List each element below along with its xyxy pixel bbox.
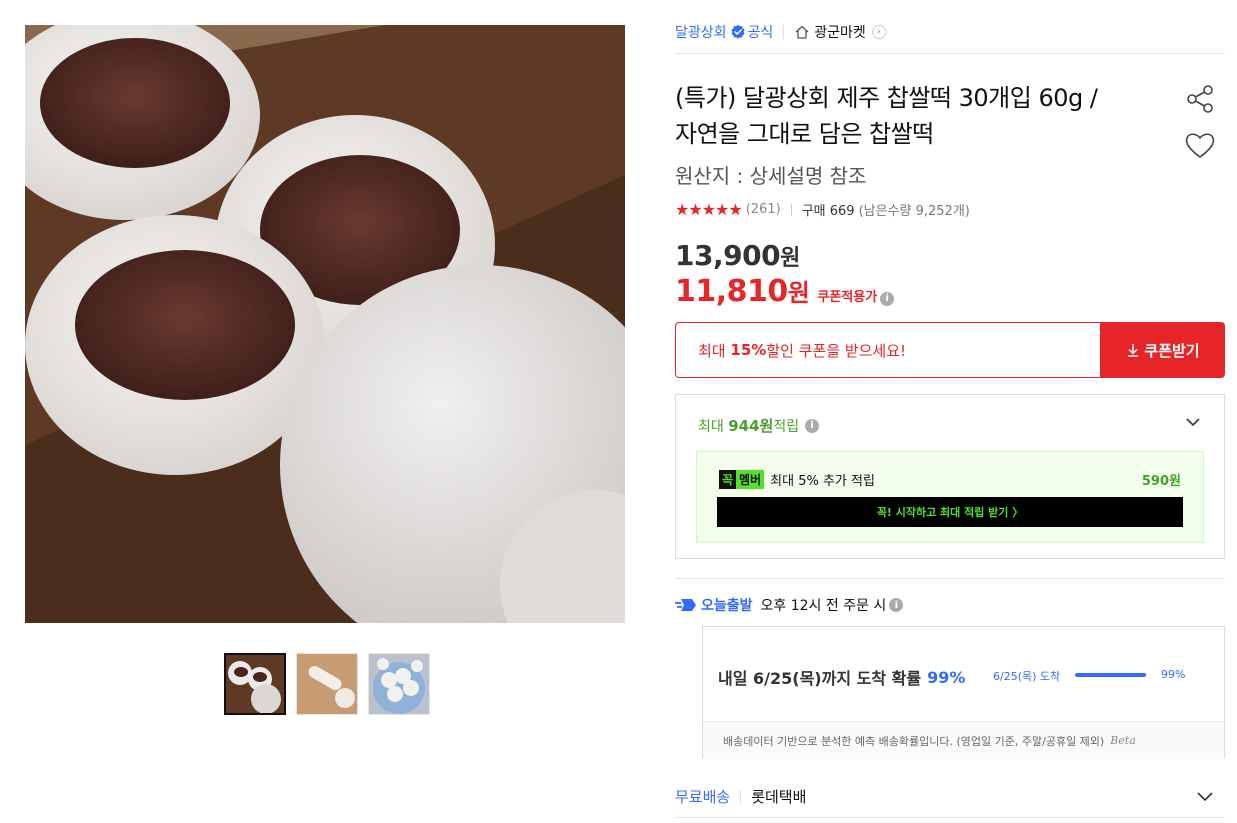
verified-badge-icon <box>730 24 745 39</box>
purchase-count: 구매 669 <box>801 204 855 219</box>
download-icon <box>1128 344 1139 357</box>
home-icon <box>795 25 809 39</box>
coupon-price-tag: 쿠폰적용가 <box>817 290 878 305</box>
coupon-banner-prefix: 최대 <box>698 341 726 360</box>
arrival-estimate-footnote: 배송데이터 기반으로 분석한 예측 배송확률입니다. (영업일 기준, 주말/공… <box>703 721 1224 759</box>
coupon-price-row: 11,810원 쿠폰적용가 i <box>675 273 895 309</box>
membership-reward-amount: 590원 <box>1141 474 1181 489</box>
membership-badge-k: 꼭 <box>719 470 737 489</box>
arrival-estimate-box: 내일 6/25(목)까지 도착 확률 99% 6/25(목) 도착 99% 배송… <box>702 626 1225 759</box>
heart-icon[interactable] <box>1183 128 1217 162</box>
seller-name-link[interactable]: 달광상회 <box>675 22 727 42</box>
shipping-condition: 오후 12시 전 주문 시 <box>760 598 887 614</box>
original-price-value: 13,900 <box>675 239 781 272</box>
membership-reward-panel: 꼭 멤버 최대 5% 추가 적립 590원 꼭! 시작하고 최대 적립 받기 〉 <box>696 451 1204 543</box>
thumbnail-1[interactable] <box>224 653 286 715</box>
membership-badge-m: 멤버 <box>736 470 765 489</box>
reward-amount: 944원 <box>728 417 774 435</box>
arrival-probability-bar-label: 99% <box>1161 668 1186 681</box>
carrier-name: 롯데택배 <box>751 788 807 806</box>
store-name-link[interactable]: 광군마켓 <box>814 22 866 42</box>
membership-badge: 꼭 멤버 <box>719 470 765 489</box>
divider <box>675 817 1225 818</box>
thumbnail-list <box>224 653 430 715</box>
shipping-label: 오늘출발 <box>701 598 753 614</box>
arrival-estimate-label: 내일 6/25(목)까지 도착 확률 <box>718 669 922 688</box>
divider <box>740 789 742 804</box>
coupon-price-unit: 원 <box>787 279 810 307</box>
thumbnail-3[interactable] <box>368 653 430 715</box>
info-icon[interactable]: i <box>805 418 820 433</box>
reward-prefix: 최대 <box>698 418 724 435</box>
reward-summary: 최대 944원 적립 i <box>698 415 820 436</box>
seller-row: 달광상회 공식 광군마켓 › <box>675 22 886 42</box>
original-price-unit: 원 <box>780 246 800 271</box>
membership-reward-text: 최대 5% 추가 적립 <box>770 474 875 489</box>
free-shipping-label: 무료배송 <box>675 788 731 806</box>
thumbnail-2[interactable] <box>296 653 358 715</box>
official-label: 공식 <box>747 25 774 41</box>
chevron-down-icon[interactable] <box>1184 413 1202 431</box>
coupon-banner-suffix: 할인 쿠폰을 받으세요! <box>766 341 907 360</box>
coupon-percent: 15% <box>730 341 767 359</box>
arrival-probability-bar <box>1075 673 1147 677</box>
origin-text: 원산지 : 상세설명 참조 <box>675 164 867 188</box>
original-price: 13,900원 <box>675 239 800 272</box>
star-rating-icon: ★★★★★ <box>675 200 743 219</box>
membership-reward-row: 꼭 멤버 최대 5% 추가 적립 590원 <box>719 470 1181 489</box>
remaining-stock: (남은수량 9,252개) <box>858 204 970 219</box>
footnote-text: 배송데이터 기반으로 분석한 예측 배송확률입니다. (영업일 기준, 주말/공… <box>723 734 1105 748</box>
rating-row: ★★★★★ (261) 구매 669 (남은수량 9,252개) <box>675 200 970 219</box>
review-count-link[interactable]: (261) <box>746 202 781 217</box>
share-icon[interactable] <box>1183 82 1217 116</box>
chevron-right-icon[interactable]: › <box>871 25 886 39</box>
info-icon[interactable]: i <box>880 291 895 306</box>
product-title-line1: (특가) 달광상회 제주 찹쌀떡 30개입 60g / <box>675 84 1098 112</box>
coupon-banner: 최대 15% 할인 쿠폰을 받으세요! <box>675 322 1101 378</box>
arrival-probability-bar-fill <box>1075 673 1147 677</box>
arrival-estimate-text: 내일 6/25(목)까지 도착 확률 99% <box>718 665 965 689</box>
product-title-line2: 자연을 그대로 담은 찹쌀떡 <box>675 120 934 148</box>
beta-label: Beta <box>1110 734 1136 747</box>
reward-suffix: 적립 <box>773 418 800 435</box>
shipping-row: 오늘출발 오후 12시 전 주문 시 i <box>675 595 904 615</box>
product-main-image <box>25 25 625 623</box>
arrival-probability: 99% <box>927 667 966 687</box>
divider <box>675 578 1225 579</box>
coupon-price: 11,810원 <box>675 273 810 309</box>
coupon-price-value: 11,810 <box>675 274 788 309</box>
membership-start-button[interactable]: 꼭! 시작하고 최대 적립 받기 〉 <box>717 497 1183 527</box>
rocket-delivery-icon <box>675 599 696 611</box>
product-title: (특가) 달광상회 제주 찹쌀떡 30개입 60g / 자연을 그대로 담은 찹… <box>675 80 1165 152</box>
chevron-down-icon[interactable] <box>1195 786 1215 806</box>
divider <box>675 53 1225 54</box>
download-coupon-label: 쿠폰받기 <box>1144 341 1200 360</box>
delivery-row[interactable]: 무료배송 롯데택배 <box>675 786 1225 807</box>
divider <box>790 203 792 216</box>
arrival-date-small: 6/25(목) 도착 <box>993 670 1061 683</box>
info-icon[interactable]: i <box>889 598 904 612</box>
divider <box>783 25 785 39</box>
reward-section: 최대 944원 적립 i 꼭 멤버 최대 5% 추가 적립 590원 꼭! 시작하… <box>675 394 1225 559</box>
download-coupon-button[interactable]: 쿠폰받기 <box>1101 322 1225 378</box>
